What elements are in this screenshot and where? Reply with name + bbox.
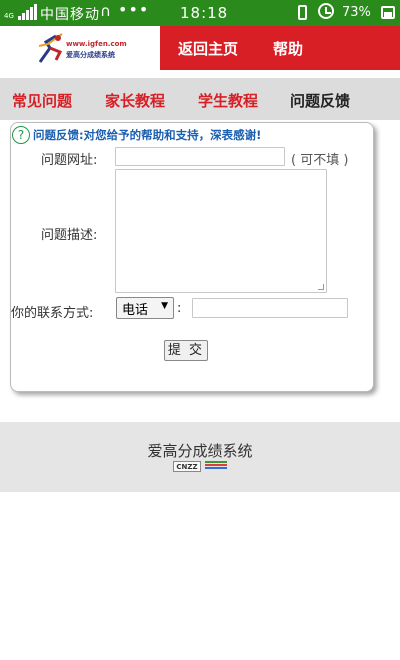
battery-icon [381, 6, 395, 19]
network-label: 4G [4, 12, 14, 20]
nav-help-link[interactable]: 帮助 [273, 38, 303, 59]
description-textarea[interactable] [115, 169, 327, 293]
contact-input[interactable] [192, 298, 348, 318]
logo-name: 爱高分成绩系统 [66, 51, 115, 59]
status-bar: 4G 中国移动 ∩ ••• 18:18 73% [0, 0, 400, 26]
signal-icon: 4G [4, 4, 37, 20]
clock-time: 18:18 [180, 4, 229, 22]
battery-percent: 73% [342, 5, 371, 20]
contact-label: 你的联系方式: [11, 306, 94, 321]
url-label: 问题网址: [41, 153, 98, 168]
resize-handle-icon[interactable] [318, 284, 324, 290]
logo-url: www.igfen.com [66, 40, 127, 48]
tab-student-tutorial[interactable]: 学生教程 [198, 90, 258, 111]
contact-type-value: 电话 [122, 303, 149, 318]
more-notifications-icon: ••• [118, 0, 150, 19]
cnzz-badge[interactable]: CNZZ [173, 461, 201, 472]
site-footer: 爱高分成绩系统 CNZZ [0, 422, 400, 492]
site-header: www.igfen.com 爱高分成绩系统 返回主页 帮助 [0, 26, 400, 70]
dropdown-arrow-icon: ▼ [161, 301, 168, 311]
tab-parent-tutorial[interactable]: 家长教程 [105, 90, 165, 111]
nav-home-link[interactable]: 返回主页 [178, 38, 238, 59]
stats-chart-icon[interactable] [205, 461, 227, 472]
carrier-name: 中国移动 [40, 7, 100, 23]
feedback-form: ? 问题反馈:对您给予的帮助和支持，深表感谢! 问题网址: ( 可不填 ) 问题… [10, 122, 374, 392]
vibrate-icon [298, 5, 307, 20]
tab-feedback[interactable]: 问题反馈 [290, 90, 350, 111]
contact-colon: : [177, 301, 182, 316]
url-input[interactable] [115, 147, 285, 166]
feedback-intro: 问题反馈:对您给予的帮助和支持，深表感谢! [33, 128, 262, 142]
tab-bar: 常见问题 家长教程 学生教程 问题反馈 [0, 78, 400, 120]
headset-hook-icon: ∩ [100, 2, 111, 20]
site-logo[interactable]: www.igfen.com 爱高分成绩系统 [0, 26, 160, 70]
alarm-icon [318, 3, 334, 19]
question-icon: ? [12, 126, 30, 144]
runner-logo-icon [38, 33, 63, 63]
optional-note: ( 可不填 ) [291, 153, 349, 168]
submit-button[interactable]: 提 交 [164, 340, 208, 361]
contact-type-select[interactable]: 电话 ▼ [116, 297, 174, 319]
description-label: 问题描述: [41, 228, 98, 243]
footer-title: 爱高分成绩系统 [147, 442, 253, 460]
tab-faq[interactable]: 常见问题 [12, 90, 72, 111]
